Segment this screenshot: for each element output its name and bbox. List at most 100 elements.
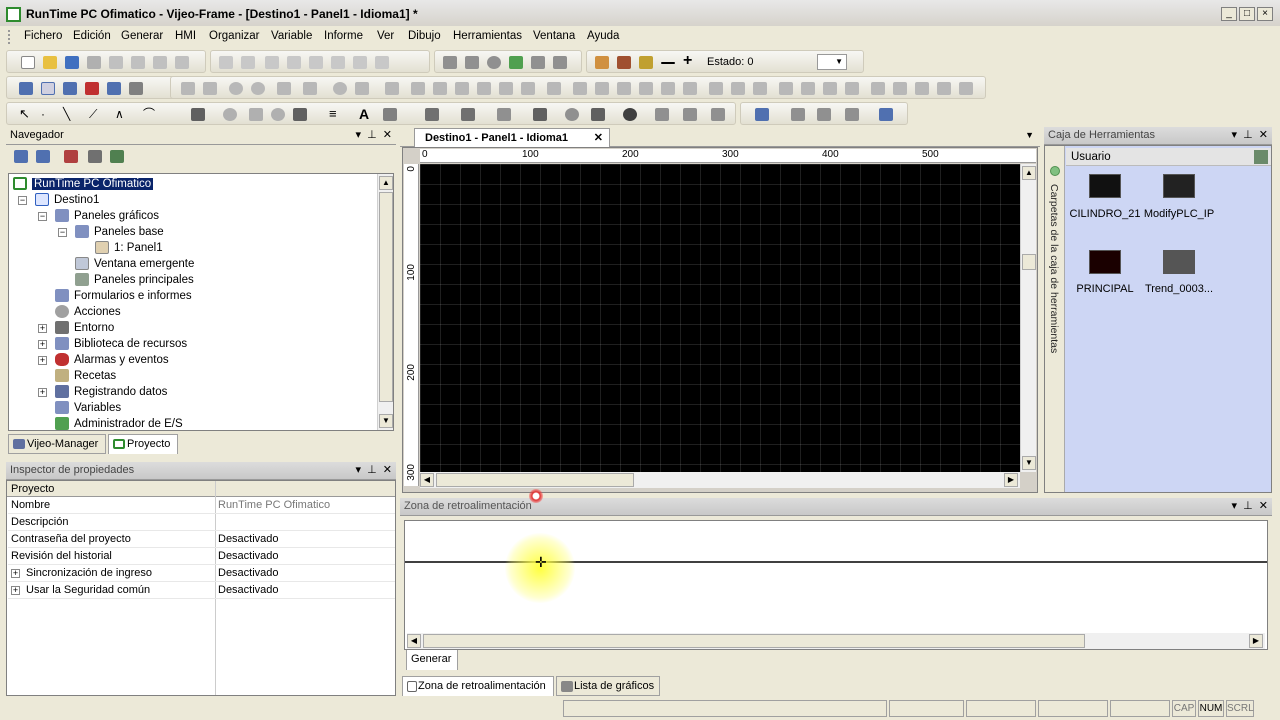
- tree-item-entorno[interactable]: Entorno: [55, 320, 114, 336]
- layout-icon[interactable]: [915, 82, 929, 95]
- symbol-thumbnail[interactable]: [1089, 174, 1121, 198]
- align-bottom-icon[interactable]: [521, 82, 535, 95]
- expander[interactable]: +: [38, 324, 47, 333]
- slider-icon[interactable]: [655, 108, 669, 121]
- transform-icon[interactable]: [791, 108, 805, 121]
- symbol-label[interactable]: CILINDRO_21: [1069, 208, 1141, 220]
- new-file-icon[interactable]: [21, 56, 35, 69]
- mirror-icon[interactable]: [817, 108, 831, 121]
- feedback-view-icon[interactable]: [63, 82, 77, 95]
- symbol-label[interactable]: ModifyPLC_IP: [1141, 208, 1217, 220]
- tree-item-alarmas[interactable]: Alarmas y eventos: [55, 352, 169, 368]
- tree-item-ventana-emergente[interactable]: Ventana emergente: [75, 256, 194, 272]
- same-width-icon[interactable]: [573, 82, 587, 95]
- alarm-icon[interactable]: [711, 108, 725, 121]
- connector-icon[interactable]: [617, 56, 631, 69]
- expander[interactable]: +: [38, 388, 47, 397]
- expander[interactable]: +: [38, 356, 47, 365]
- prop-row[interactable]: Revisión del historial Desactivado: [8, 548, 395, 565]
- polygon-icon[interactable]: [293, 108, 307, 121]
- canvas-vscrollbar[interactable]: ▲ ▼: [1020, 164, 1036, 472]
- menu-organizar[interactable]: Organizar: [209, 30, 260, 42]
- scroll-right-icon[interactable]: ▶: [1249, 634, 1263, 648]
- expander[interactable]: −: [38, 212, 47, 221]
- home-icon[interactable]: [531, 56, 545, 69]
- toolbox-view-icon[interactable]: [107, 82, 121, 95]
- rotate-icon[interactable]: [333, 82, 347, 95]
- distribute-icon[interactable]: [731, 82, 745, 95]
- find-icon[interactable]: [375, 56, 389, 69]
- pointer-icon[interactable]: [277, 82, 291, 95]
- import-icon[interactable]: [131, 56, 145, 69]
- layer-icon[interactable]: [181, 82, 195, 95]
- canvas-hscrollbar[interactable]: ◀ ▶: [420, 472, 1020, 488]
- tree-item-biblioteca[interactable]: Biblioteca de recursos: [55, 336, 187, 352]
- prop-row[interactable]: + Sincronización de ingreso Desactivado: [8, 565, 395, 582]
- menu-edicion[interactable]: Edición: [73, 30, 111, 42]
- refresh-icon[interactable]: [509, 56, 523, 69]
- ungroup-icon[interactable]: [547, 82, 561, 95]
- menu-herramientas[interactable]: Herramientas: [453, 30, 522, 42]
- nav-new-icon[interactable]: [14, 150, 28, 163]
- panel-canvas[interactable]: [420, 164, 1020, 472]
- tree-item-acciones[interactable]: Acciones: [55, 304, 121, 320]
- minus-icon[interactable]: [661, 62, 675, 64]
- nav-download-icon[interactable]: [110, 150, 124, 163]
- tab-graphics-list[interactable]: Lista de gráficos: [556, 676, 660, 696]
- scroll-thumb[interactable]: [436, 473, 634, 487]
- toolbox-folders-strip[interactable]: Carpetas de la caja de herramientas: [1045, 146, 1065, 492]
- open-folder-icon[interactable]: [43, 56, 57, 69]
- prop-row[interactable]: Contraseña del proyecto Desactivado: [8, 531, 395, 548]
- tree-item-destino1[interactable]: Destino1: [35, 192, 99, 208]
- close-tab-icon[interactable]: ✕: [594, 129, 603, 147]
- button-tool-icon[interactable]: [425, 108, 439, 121]
- tab-proyecto[interactable]: Proyecto: [108, 434, 178, 454]
- estado-dropdown[interactable]: ▼: [817, 54, 847, 70]
- chart-icon[interactable]: [937, 82, 951, 95]
- line-tool-icon[interactable]: ╲: [63, 108, 77, 121]
- grid-icon[interactable]: [879, 108, 893, 121]
- ellipse-icon[interactable]: [223, 108, 237, 121]
- space-h-icon[interactable]: [639, 82, 653, 95]
- curve-icon[interactable]: ∧: [115, 108, 129, 121]
- expander[interactable]: −: [18, 196, 27, 205]
- tab-generar[interactable]: Generar: [406, 650, 458, 670]
- menu-ayuda[interactable]: Ayuda: [587, 30, 619, 42]
- zoom-fit-icon[interactable]: [845, 108, 859, 121]
- switch-icon[interactable]: [533, 108, 547, 121]
- lamp-round-icon[interactable]: [623, 108, 637, 121]
- frame-icon[interactable]: [709, 82, 723, 95]
- menu-informe[interactable]: Informe: [324, 30, 363, 42]
- minimize-button[interactable]: _: [1221, 7, 1237, 21]
- settings-icon[interactable]: [251, 82, 265, 95]
- bring-front-icon[interactable]: [801, 82, 815, 95]
- text-tool-icon[interactable]: A: [359, 107, 373, 121]
- undo-icon[interactable]: [219, 56, 233, 69]
- feedback-controls[interactable]: ▾ ⊥ ✕: [1231, 498, 1268, 515]
- scroll-thumb[interactable]: [379, 192, 393, 402]
- select-arrow-icon[interactable]: ↖: [19, 107, 33, 121]
- align-center-icon[interactable]: [433, 82, 447, 95]
- align-right-icon[interactable]: [455, 82, 469, 95]
- editor-tab[interactable]: Destino1 - Panel1 - Idioma1 ✕: [414, 128, 610, 147]
- tree-item-paneles-principales[interactable]: Paneles principales: [75, 272, 194, 288]
- navigator-controls[interactable]: ▾ ⊥ ✕: [355, 127, 392, 144]
- gear-icon[interactable]: [229, 82, 243, 95]
- line-style-icon[interactable]: ≡: [329, 107, 343, 121]
- scroll-up-icon[interactable]: ▲: [1022, 166, 1036, 180]
- menu-generar[interactable]: Generar: [121, 30, 163, 42]
- toolbox-controls[interactable]: ▾ ⊥ ✕: [1231, 127, 1268, 144]
- navigator-scrollbar[interactable]: ▲ ▼: [377, 174, 393, 430]
- inspector-controls[interactable]: ▾ ⊥ ✕: [355, 462, 392, 479]
- prop-row[interactable]: Nombre RunTime PC Ofimatico: [8, 497, 395, 514]
- expander[interactable]: +: [11, 586, 20, 595]
- tree-item-recetas[interactable]: Recetas: [55, 368, 116, 384]
- fit-icon[interactable]: [753, 82, 767, 95]
- prop-row[interactable]: + Usar la Seguridad común Desactivado: [8, 582, 395, 599]
- lamp-icon[interactable]: [461, 108, 475, 121]
- flip-icon[interactable]: [355, 82, 369, 95]
- send-back-icon[interactable]: [823, 82, 837, 95]
- delete-icon[interactable]: [353, 56, 367, 69]
- stop-record-icon[interactable]: [85, 82, 99, 95]
- circle-icon[interactable]: [271, 108, 285, 121]
